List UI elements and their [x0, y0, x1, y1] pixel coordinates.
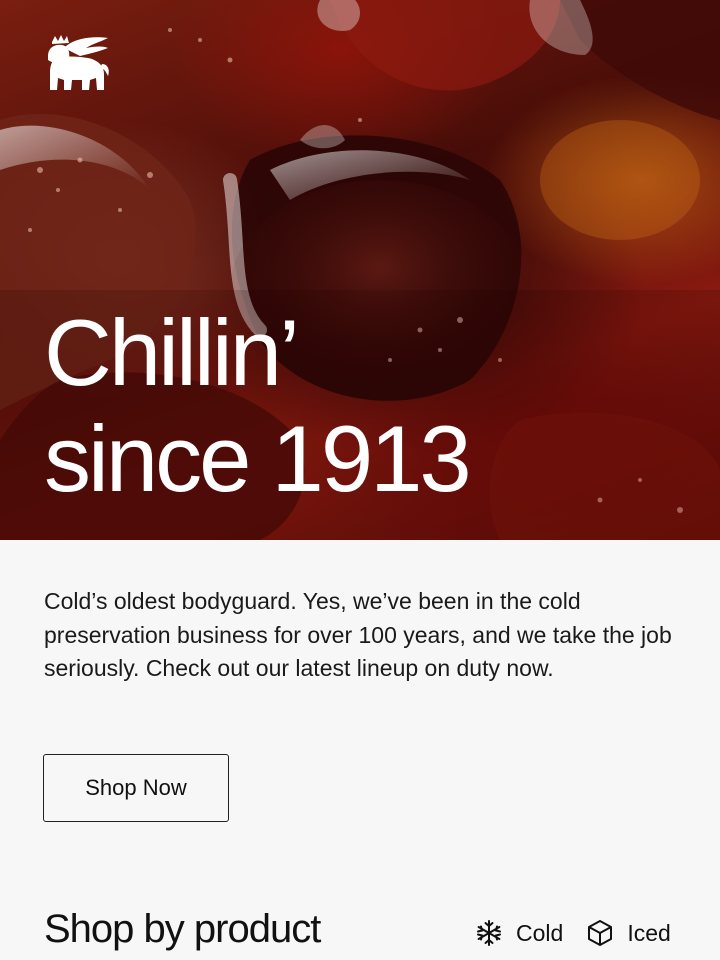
filter-cold[interactable]: Cold	[474, 918, 563, 948]
ice-cube-icon	[588, 920, 613, 946]
hero-headline-line2: since 1913	[44, 406, 472, 511]
hero-headline: Chillin’ since 1913	[44, 300, 684, 512]
shop-by-product-title: Shop by product	[44, 907, 321, 951]
shop-now-button[interactable]: Shop Now	[43, 754, 229, 822]
intro-paragraph: Cold’s oldest bodyguard. Yes, we’ve been…	[44, 588, 672, 681]
lion-logo-icon[interactable]	[42, 34, 110, 92]
page: Chillin’ since 1913 Cold’s oldest bodygu…	[0, 0, 720, 960]
filter-cold-label: Cold	[516, 919, 564, 946]
filter-iced[interactable]: Iced	[585, 918, 671, 948]
product-filter-group: Cold Iced	[474, 918, 671, 948]
filter-iced-label: Iced	[627, 919, 671, 946]
hero-headline-line1: Chillin’	[44, 300, 300, 405]
hero-banner: Chillin’ since 1913	[0, 0, 720, 540]
snowflake-icon	[477, 920, 501, 946]
